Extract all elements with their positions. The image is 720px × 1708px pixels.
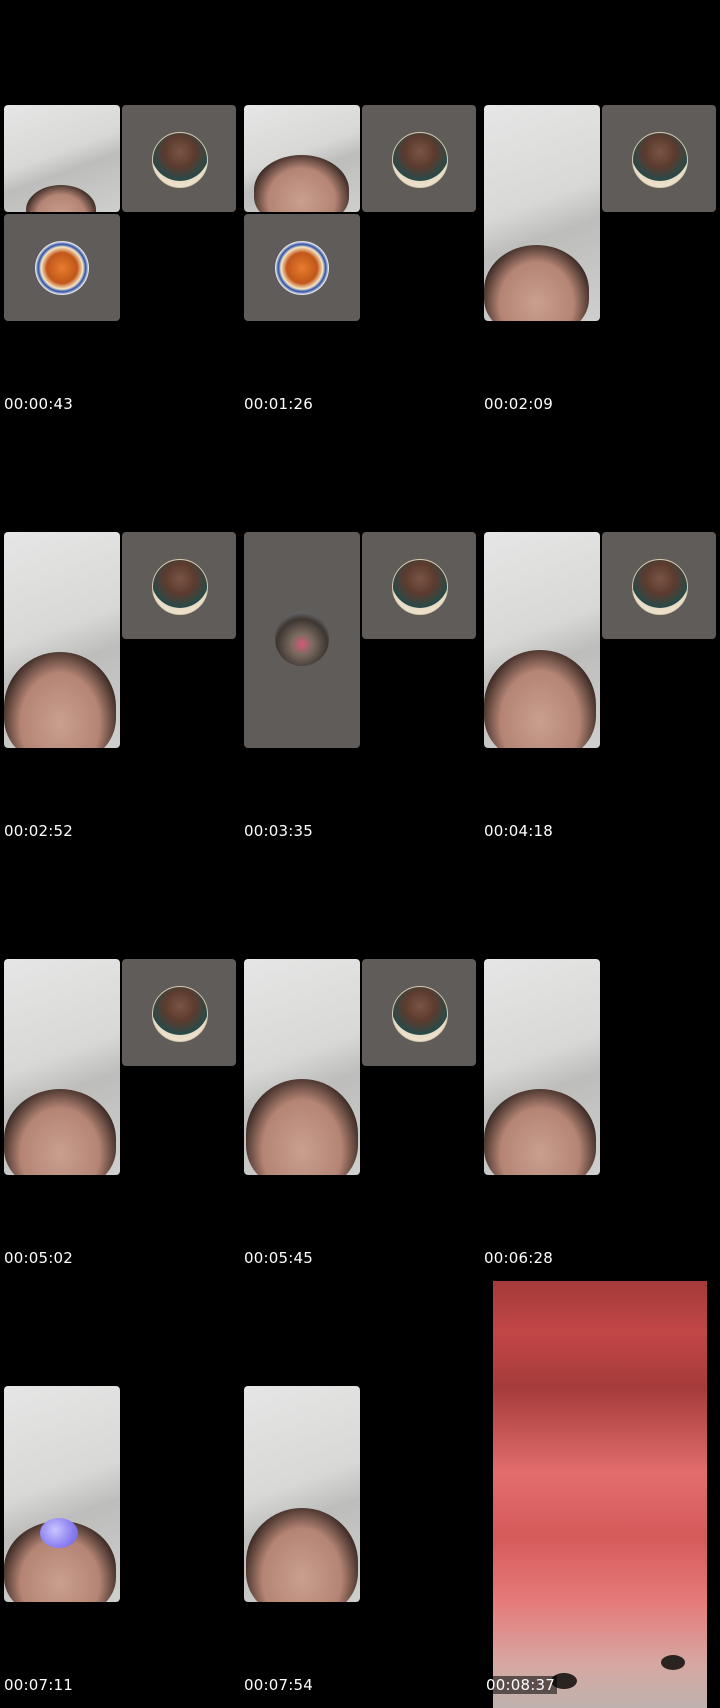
self-video-tile — [484, 532, 600, 748]
participant-eye — [661, 1655, 685, 1670]
participant-badge-avatar — [275, 241, 329, 295]
thumbnail-2[interactable]: 00:01:26 — [240, 0, 480, 427]
participant-tile — [602, 105, 716, 212]
participant-face — [246, 1508, 358, 1602]
timestamp: 00:00:43 — [4, 395, 73, 413]
participant-dog-avatar — [275, 612, 329, 666]
thumbnail-1[interactable]: 00:00:43 — [0, 0, 240, 427]
thumbnail-5[interactable]: 00:03:35 — [240, 427, 480, 854]
mascot-sticker-icon — [40, 1518, 78, 1548]
self-video-tile — [4, 532, 120, 748]
full-video-tile — [493, 1281, 707, 1708]
thumbnail-11[interactable]: 00:07:54 — [240, 1281, 480, 1708]
participant-avatar — [392, 132, 448, 188]
self-video-tile — [244, 959, 360, 1175]
timestamp: 00:05:02 — [4, 1249, 73, 1267]
participant-avatar — [392, 986, 448, 1042]
participant-face — [4, 652, 116, 748]
thumbnail-4[interactable]: 00:02:52 — [0, 427, 240, 854]
participant-tile — [362, 105, 476, 212]
participant-avatar — [152, 986, 208, 1042]
timestamp: 00:05:45 — [244, 1249, 313, 1267]
participant-face — [4, 1089, 116, 1175]
self-video-tile — [4, 105, 120, 212]
timestamp: 00:02:09 — [484, 395, 553, 413]
thumbnail-9[interactable]: 00:06:28 — [480, 854, 720, 1281]
thumbnail-10[interactable]: 00:07:11 — [0, 1281, 240, 1708]
timestamp: 00:07:11 — [4, 1676, 73, 1694]
participant-avatar — [632, 559, 688, 615]
participant-face — [26, 185, 96, 212]
self-video-tile — [484, 959, 600, 1175]
participant-face — [254, 155, 349, 212]
timestamp: 00:08:37 — [484, 1676, 557, 1694]
self-video-tile — [244, 105, 360, 212]
participant-tile — [4, 214, 120, 321]
participant-badge-avatar — [35, 241, 89, 295]
participant-avatar — [632, 132, 688, 188]
timestamp: 00:07:54 — [244, 1676, 313, 1694]
participant-tile — [122, 959, 236, 1066]
participant-avatar — [392, 559, 448, 615]
self-video-tile — [244, 1386, 360, 1602]
participant-tile — [244, 532, 360, 748]
participant-tile — [362, 532, 476, 639]
participant-avatar — [152, 559, 208, 615]
thumbnail-8[interactable]: 00:05:45 — [240, 854, 480, 1281]
timestamp: 00:01:26 — [244, 395, 313, 413]
self-video-tile — [4, 959, 120, 1175]
participant-avatar — [152, 132, 208, 188]
participant-face — [484, 650, 596, 748]
participant-tile — [362, 959, 476, 1066]
participant-tile — [602, 532, 716, 639]
participant-tile — [122, 532, 236, 639]
thumbnail-7[interactable]: 00:05:02 — [0, 854, 240, 1281]
timestamp: 00:02:52 — [4, 822, 73, 840]
thumbnail-12[interactable]: 00:08:37 — [480, 1281, 720, 1708]
self-video-tile — [4, 1386, 120, 1602]
participant-face — [484, 245, 589, 321]
participant-tile — [122, 105, 236, 212]
timestamp: 00:03:35 — [244, 822, 313, 840]
participant-face — [246, 1079, 358, 1175]
thumbnail-3[interactable]: 00:02:09 — [480, 0, 720, 427]
self-video-tile — [484, 105, 600, 321]
timestamp: 00:06:28 — [484, 1249, 553, 1267]
timestamp: 00:04:18 — [484, 822, 553, 840]
participant-face — [484, 1089, 596, 1175]
thumbnail-6[interactable]: 00:04:18 — [480, 427, 720, 854]
participant-tile — [244, 214, 360, 321]
